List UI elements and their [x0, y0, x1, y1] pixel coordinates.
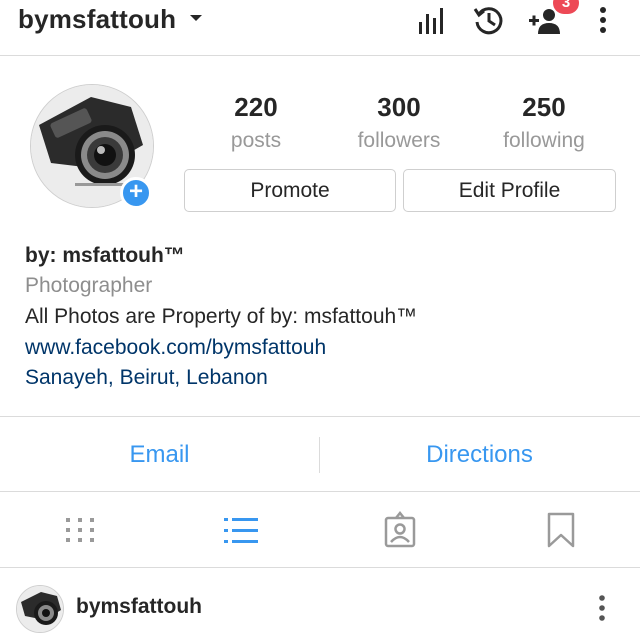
- following-count: 250: [522, 92, 566, 122]
- more-icon[interactable]: [588, 4, 618, 36]
- post-username[interactable]: bymsfattouh: [76, 595, 202, 619]
- profile-category: Photographer: [25, 274, 153, 297]
- profile-bio: All Photos are Property of by: msfattouh…: [25, 305, 418, 328]
- profile-tabs: [0, 492, 640, 568]
- tagged-icon[interactable]: [380, 510, 420, 550]
- directions-button[interactable]: Directions: [320, 417, 639, 493]
- post-more-icon[interactable]: [590, 592, 614, 626]
- insights-icon[interactable]: [414, 4, 448, 36]
- email-button[interactable]: Email: [0, 417, 319, 493]
- profile-website-link[interactable]: www.facebook.com/bymsfattouh: [25, 333, 326, 363]
- chevron-down-icon[interactable]: [190, 15, 202, 21]
- archive-icon[interactable]: [472, 4, 506, 36]
- followers-count: 300: [377, 92, 421, 122]
- profile-location-link[interactable]: Sanayeh, Beirut, Lebanon: [25, 363, 268, 393]
- list-icon[interactable]: [221, 510, 261, 550]
- top-bar: bymsfattouh 3: [0, 0, 640, 56]
- following-label: following: [503, 129, 585, 152]
- saved-icon[interactable]: [541, 510, 581, 550]
- post-avatar[interactable]: [16, 585, 64, 633]
- promote-button[interactable]: Promote: [184, 169, 396, 212]
- account-switcher-username[interactable]: bymsfattouh: [18, 4, 176, 35]
- camera-photo-thumbnail: [17, 586, 63, 632]
- profile-name: by: msfattouh™: [25, 244, 185, 267]
- following-stat[interactable]: 250 following: [474, 90, 614, 158]
- edit-profile-button[interactable]: Edit Profile: [403, 169, 616, 212]
- posts-count: 220: [234, 92, 278, 122]
- posts-stat[interactable]: 220 posts: [186, 90, 326, 158]
- posts-label: posts: [230, 129, 282, 152]
- grid-icon[interactable]: [60, 510, 100, 550]
- add-story-button[interactable]: +: [120, 177, 152, 209]
- followers-stat[interactable]: 300 followers: [329, 90, 469, 158]
- followers-label: followers: [357, 129, 441, 152]
- contact-row: Email Directions: [0, 416, 640, 492]
- notification-badge: 3: [553, 0, 579, 14]
